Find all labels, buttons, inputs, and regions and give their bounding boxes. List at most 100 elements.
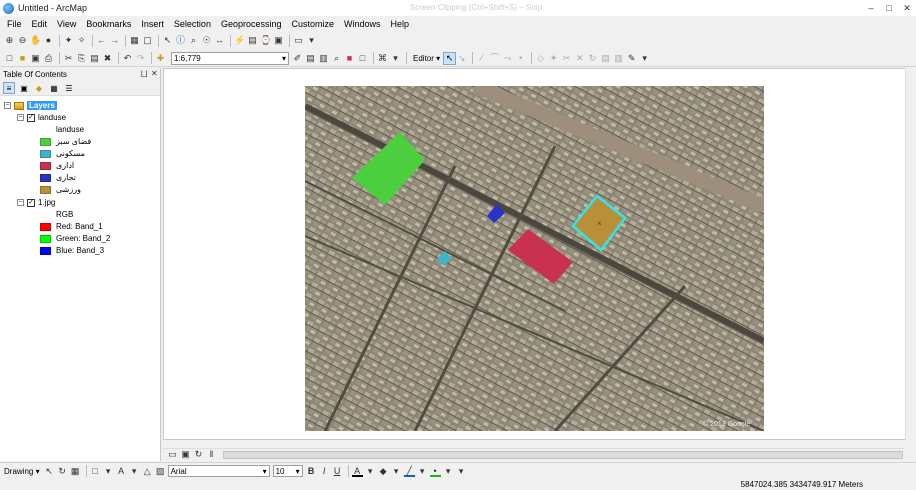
pause-drawing-icon[interactable]: ‖ [206, 449, 217, 460]
toolbar-options-chevron-icon[interactable]: ▾ [390, 53, 401, 64]
legend-class-item[interactable]: تجاری [40, 172, 76, 183]
catalog-window-icon[interactable]: ▥ [318, 53, 329, 64]
band-item[interactable]: Green: Band_2 [40, 233, 110, 244]
sketch-properties-icon[interactable]: ▥ [613, 53, 624, 64]
print-icon[interactable]: ⎙ [43, 53, 54, 64]
close-panel-icon[interactable]: ✕ [151, 69, 158, 78]
fixed-zoom-in-icon[interactable]: ✦ [63, 35, 74, 46]
legend-class-item[interactable]: مسکونی [40, 148, 85, 159]
band-item[interactable]: Blue: Band_3 [40, 245, 104, 256]
redo-icon[interactable]: ↷ [135, 53, 146, 64]
hyperlink-icon[interactable]: ⚡ [234, 35, 245, 46]
legend-swatch[interactable] [40, 137, 51, 146]
undo-icon[interactable]: ↶ [122, 53, 133, 64]
html-popup-icon[interactable]: ▤ [247, 35, 258, 46]
pan-hand-icon[interactable]: ✋ [30, 35, 41, 46]
legend-class-item[interactable]: اداری [40, 160, 74, 171]
edit-vertices-drawing-icon[interactable]: △ [142, 466, 153, 477]
band-swatch[interactable] [40, 222, 51, 231]
chevron-down-icon[interactable]: ▾ [391, 466, 402, 477]
band-item[interactable]: Red: Band_1 [40, 221, 103, 232]
find-icon[interactable]: ⌕ [188, 35, 199, 46]
scrollbar-thumb[interactable] [223, 451, 903, 459]
fixed-zoom-out-icon[interactable]: ✧ [76, 35, 87, 46]
close-button[interactable]: ✕ [898, 0, 916, 16]
list-by-visibility-icon[interactable]: ◆ [33, 82, 45, 94]
data-view-icon[interactable]: ▭ [167, 449, 178, 460]
edit-vertices-icon[interactable]: ◇ [535, 53, 546, 64]
arctoolbox-icon[interactable]: ■ [344, 53, 355, 64]
endpoint-arc-icon[interactable]: ⌒ [489, 53, 500, 64]
chevron-down-icon[interactable]: ▾ [263, 467, 267, 476]
measure-icon[interactable]: ↔ [214, 35, 225, 46]
point-icon[interactable]: • [515, 53, 526, 64]
menu-customize[interactable]: Customize [292, 19, 335, 29]
toc-options-icon[interactable]: ☰ [63, 82, 75, 94]
layout-view-icon[interactable]: ▭ [293, 35, 304, 46]
zoom-out-icon[interactable]: ⊖ [17, 35, 28, 46]
delete-icon[interactable]: ✖ [102, 53, 113, 64]
satellite-imagery[interactable]: × © 2013 Google [305, 86, 764, 431]
font-color-icon[interactable]: A [351, 466, 363, 477]
rotate-icon[interactable]: ↻ [587, 53, 598, 64]
chevron-down-icon[interactable]: ▾ [365, 466, 376, 477]
cut-polygons-icon[interactable]: ✂ [561, 53, 572, 64]
menu-view[interactable]: View [57, 19, 76, 29]
menu-insert[interactable]: Insert [141, 19, 164, 29]
rotate-element-icon[interactable]: ↻ [57, 466, 68, 477]
list-by-source-icon[interactable]: ▣ [18, 82, 30, 94]
menu-geoprocessing[interactable]: Geoprocessing [221, 19, 282, 29]
back-extent-icon[interactable]: ← [96, 35, 107, 46]
band-swatch[interactable] [40, 246, 51, 255]
model-builder-icon[interactable]: ⌘ [377, 53, 388, 64]
fill-color-icon[interactable]: ◆ [378, 466, 389, 477]
add-data-icon[interactable]: ✚ [155, 53, 166, 64]
edit-annotation-icon[interactable]: ↘ [456, 53, 467, 64]
forward-extent-icon[interactable]: → [109, 35, 120, 46]
list-by-selection-icon[interactable]: ▦ [48, 82, 60, 94]
italic-button[interactable]: I [319, 466, 330, 477]
pin-icon[interactable]: ⨆ [141, 69, 147, 79]
drawing-menu-button[interactable]: Drawing ▾ [4, 467, 40, 476]
chevron-down-icon[interactable]: ▾ [282, 54, 286, 63]
paste-icon[interactable]: ▤ [89, 53, 100, 64]
image-graphic-icon[interactable]: ▨ [155, 466, 166, 477]
layer-raster[interactable]: − ✓ 1.jpg [17, 197, 55, 208]
legend-swatch[interactable] [40, 161, 51, 170]
list-by-drawing-order-icon[interactable]: ≡ [3, 81, 15, 94]
select-elements-icon[interactable]: ↖ [44, 466, 55, 477]
band-swatch[interactable] [40, 234, 51, 243]
refresh-icon[interactable]: ↻ [193, 449, 204, 460]
chevron-down-icon[interactable]: ▾ [443, 466, 454, 477]
layers-root-label[interactable]: Layers [27, 101, 57, 110]
search-window-icon[interactable]: ⌕ [331, 53, 342, 64]
menu-edit[interactable]: Edit [32, 19, 48, 29]
marker-color-icon[interactable]: • [429, 466, 441, 477]
menu-selection[interactable]: Selection [174, 19, 211, 29]
split-icon[interactable]: ✕ [574, 53, 585, 64]
map-scale-combobox[interactable]: 1:6,779 ▾ [171, 51, 289, 65]
new-document-icon[interactable]: □ [4, 53, 15, 64]
menu-file[interactable]: File [7, 19, 22, 29]
chevron-down-icon[interactable]: ▾ [296, 467, 300, 476]
chevron-down-icon[interactable]: ▾ [129, 466, 140, 477]
time-slider-icon[interactable]: ⌚ [260, 35, 271, 46]
zoom-whole-page-icon[interactable]: ▦ [70, 466, 81, 477]
collapse-icon[interactable]: − [17, 199, 24, 206]
new-text-icon[interactable]: A [116, 466, 127, 477]
collapse-icon[interactable]: − [4, 102, 11, 109]
editor-toolbar-icon[interactable]: ✐ [292, 53, 303, 64]
maximize-button[interactable]: □ [880, 0, 898, 16]
copy-icon[interactable]: ⎘ [76, 53, 87, 64]
attributes-icon[interactable]: ▤ [600, 53, 611, 64]
toolbar-options-chevron-icon[interactable]: ▾ [456, 466, 467, 477]
reshape-feature-icon[interactable]: ✦ [548, 53, 559, 64]
map-horizontal-scrollbar[interactable]: ▭ ▣ ↻ ‖ ‹ [163, 448, 905, 460]
create-features-icon[interactable]: ✎ [626, 53, 637, 64]
chevron-down-icon[interactable]: ▾ [417, 466, 428, 477]
toolbar-options-chevron-icon[interactable]: ▾ [639, 53, 650, 64]
go-to-xy-icon[interactable]: ☉ [201, 35, 212, 46]
python-window-icon[interactable]: □ [357, 53, 368, 64]
full-extent-globe-icon[interactable]: ● [43, 35, 54, 46]
layout-view-small-icon[interactable]: ▣ [180, 449, 191, 460]
